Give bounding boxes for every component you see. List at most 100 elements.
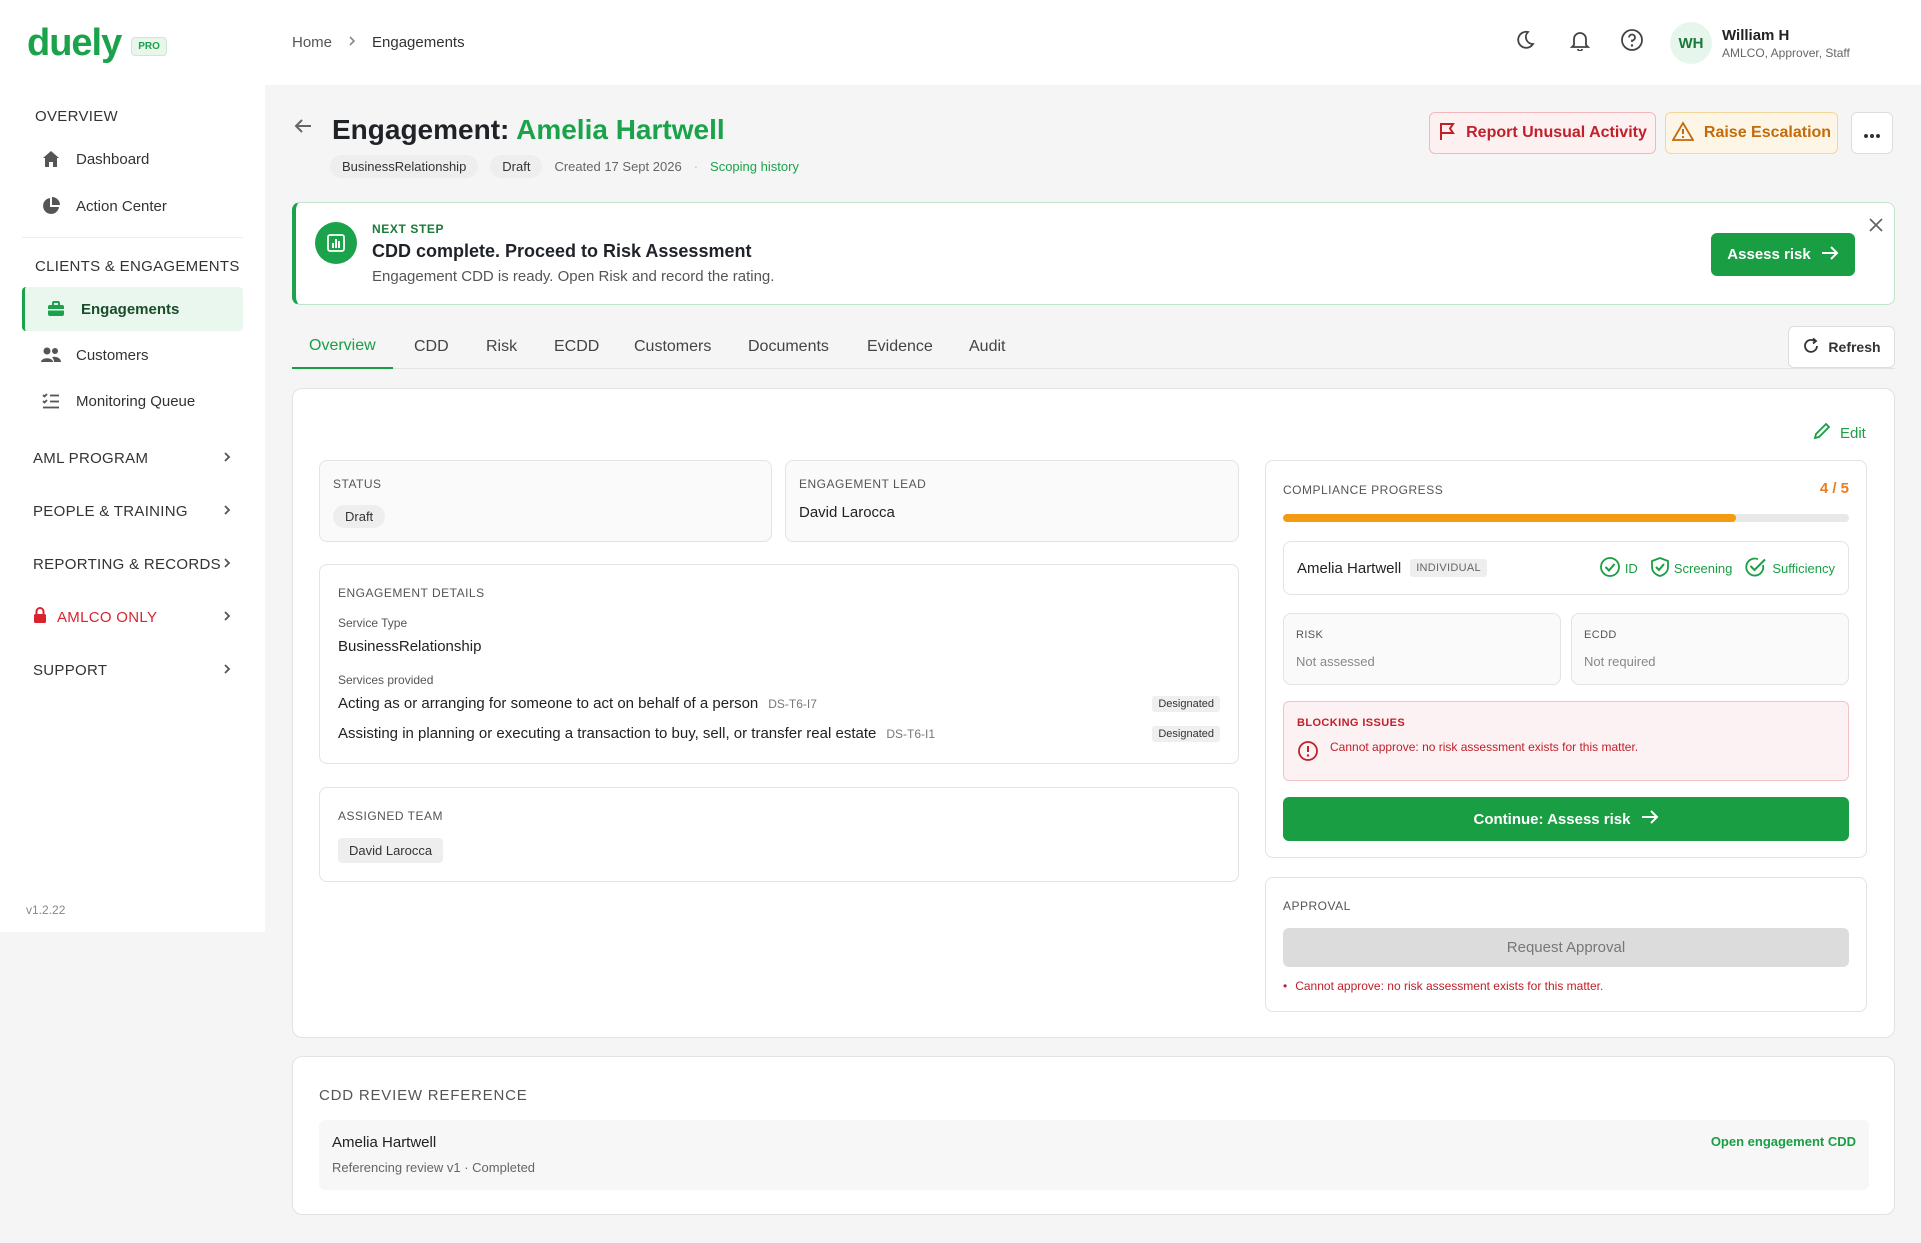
lock-icon [33,606,47,628]
pie-chart-icon [40,195,62,217]
help-icon[interactable] [1617,25,1647,55]
sidebar-item-engagements[interactable]: Engagements [22,287,243,331]
bell-icon[interactable] [1565,25,1595,55]
customer-row[interactable]: Amelia Hartwell INDIVIDUAL ID Screening … [1283,541,1849,595]
home-icon [40,148,62,170]
close-icon[interactable] [1868,217,1884,237]
blocking-text: Cannot approve: no risk assessment exist… [1330,740,1639,754]
user-menu[interactable]: WH William H AMLCO, Approver, Staff [1670,22,1850,64]
chevron-right-icon [348,34,356,51]
brand-logo[interactable]: duely PRO [27,24,167,62]
breadcrumb: Home Engagements [292,34,465,51]
service-code: DS-T6-I1 [886,726,936,741]
service-code: DS-T6-I7 [768,696,817,711]
sidebar-group-amlco-only[interactable]: AMLCO ONLY [20,595,245,639]
service-row: Acting as or arranging for someone to ac… [338,695,1220,712]
request-approval-button[interactable]: Request Approval [1283,928,1849,967]
continue-assess-risk-button[interactable]: Continue: Assess risk [1283,797,1849,841]
next-step-subtitle: Engagement CDD is ready. Open Risk and r… [372,268,775,285]
chevron-right-icon [222,662,232,679]
user-name: William H [1722,26,1790,44]
tab-overview[interactable]: Overview [292,325,393,369]
refresh-label: Refresh [1828,339,1881,355]
assigned-team-card: ASSIGNED TEAM David Larocca [319,787,1239,882]
page-title: Engagement: Amelia Hartwell [332,114,725,146]
ecdd-label: ECDD [1584,629,1617,641]
section-overview: OVERVIEW [35,108,118,125]
raise-escalation-button[interactable]: Raise Escalation [1665,112,1838,154]
scoping-history-link[interactable]: Scoping history [710,159,799,174]
customer-checks: ID Screening Sufficiency [1587,556,1835,581]
cdd-review-card: CDD REVIEW REFERENCE Amelia Hartwell Ref… [292,1056,1895,1215]
sidebar-group-label: SUPPORT [33,661,108,679]
compliance-count: 4 / 5 [1819,480,1849,497]
topbar: Home Engagements WH William H AMLCO, App… [265,0,1921,85]
check-label: Sufficiency [1772,560,1835,576]
checklist-icon [40,390,62,412]
sidebar-item-label: Dashboard [76,150,150,168]
status-chip: Draft [490,155,543,178]
dark-mode-icon[interactable] [1510,25,1540,55]
compliance-label: COMPLIANCE PROGRESS [1283,483,1444,497]
report-unusual-activity-button[interactable]: Report Unusual Activity [1429,112,1656,154]
sidebar-group-label: AML PROGRAM [33,449,149,467]
details-label: ENGAGEMENT DETAILS [338,586,485,600]
refresh-button[interactable]: Refresh [1788,326,1895,368]
sidebar-group-aml-program[interactable]: AML PROGRAM [20,436,245,480]
check-label: ID [1624,560,1638,576]
section-clients: CLIENTS & ENGAGEMENTS [35,258,240,275]
status-label: STATUS [333,477,382,491]
compliance-progress-card: COMPLIANCE PROGRESS 4 / 5 Amelia Hartwel… [1265,460,1867,858]
tab-evidence[interactable]: Evidence [867,325,933,369]
back-arrow-icon[interactable] [292,115,314,141]
service-tag: Designated [1152,725,1220,742]
sidebar-group-reporting-records[interactable]: REPORTING & RECORDS [20,542,245,586]
app-version: v1.2.22 [26,903,66,917]
sidebar-item-monitoring-queue[interactable]: Monitoring Queue [22,379,243,423]
sidebar-item-customers[interactable]: Customers [22,333,243,377]
engagement-details-card: ENGAGEMENT DETAILS Service Type Business… [319,564,1239,764]
briefcase-icon [45,298,67,320]
chevron-right-icon [222,503,232,520]
arrow-right-icon [1821,245,1839,265]
tab-cdd[interactable]: CDD [414,325,449,369]
shield-check-icon [1650,556,1670,581]
engagement-meta: BusinessRelationship Draft Created 17 Se… [330,155,799,178]
service-text: Acting as or arranging for someone to ac… [338,695,759,712]
next-step-banner: NEXT STEP CDD complete. Proceed to Risk … [292,202,1895,305]
tab-customers[interactable]: Customers [634,325,711,369]
service-text: Assisting in planning or executing a tra… [338,725,877,742]
sidebar-group-people-training[interactable]: PEOPLE & TRAINING [20,489,245,533]
sidebar-group-label: REPORTING & RECORDS [33,555,221,573]
open-engagement-cdd-link[interactable]: Open engagement CDD [1711,1134,1856,1149]
ecdd-value: Not required [1584,654,1656,669]
alert-circle-icon [1297,740,1319,766]
lead-label: ENGAGEMENT LEAD [799,477,927,491]
created-date: Created 17 Sept 2026 [554,159,682,174]
approval-label: APPROVAL [1283,899,1351,913]
more-horizontal-icon [1863,123,1881,144]
progress-fill [1283,514,1736,522]
tab-documents[interactable]: Documents [748,325,829,369]
more-actions-button[interactable] [1851,112,1893,154]
cdd-review-sub: Referencing review v1 · Completed [332,1160,536,1175]
tab-bar: Overview CDD Risk ECDD Customers Documen… [292,325,1895,369]
arrow-right-icon [1641,809,1659,829]
check-circle-icon [1744,556,1768,581]
check-id: ID [1599,556,1638,581]
tab-risk[interactable]: Risk [486,325,517,369]
tab-ecdd[interactable]: ECDD [554,325,599,369]
overview-card: Edit STATUS Draft ENGAGEMENT LEAD David … [292,388,1895,1038]
pro-badge: PRO [131,36,167,56]
breadcrumb-current: Engagements [372,34,465,51]
tab-audit[interactable]: Audit [969,325,1005,369]
sidebar: duely PRO OVERVIEW Dashboard Action Cent… [0,0,265,932]
team-label: ASSIGNED TEAM [338,809,443,823]
sidebar-group-support[interactable]: SUPPORT [20,648,245,692]
assess-risk-button[interactable]: Assess risk [1711,233,1855,276]
sidebar-item-action-center[interactable]: Action Center [22,184,243,228]
breadcrumb-home[interactable]: Home [292,34,332,51]
edit-button[interactable]: Edit [1812,421,1866,445]
edit-label: Edit [1840,424,1866,442]
sidebar-item-dashboard[interactable]: Dashboard [22,137,243,181]
